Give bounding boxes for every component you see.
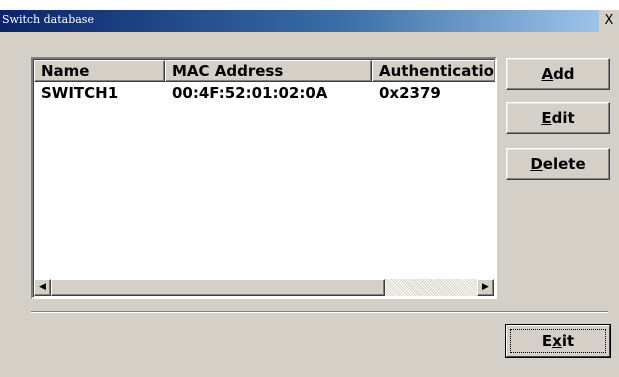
- cell-authentication: 0x2379: [379, 84, 441, 102]
- horizontal-scrollbar[interactable]: ◀ ▶: [34, 279, 494, 296]
- exit-label: Exit: [542, 332, 574, 350]
- column-header-mac-address[interactable]: MAC Address: [165, 60, 372, 82]
- add-label-rest: dd: [553, 65, 575, 83]
- delete-label-rest: elete: [542, 155, 586, 173]
- scrollbar-thumb[interactable]: [51, 279, 385, 296]
- delete-accelerator: D: [530, 155, 543, 173]
- exit-button[interactable]: Exit: [505, 324, 611, 358]
- cell-name: SWITCH1: [41, 84, 119, 102]
- column-header-authentication[interactable]: Authenticatio: [372, 60, 495, 82]
- exit-accelerator: x: [552, 332, 562, 350]
- top-margin: [0, 0, 619, 10]
- cell-mac-address: 00:4F:52:01:02:0A: [172, 84, 328, 102]
- scroll-right-icon[interactable]: ▶: [477, 279, 494, 296]
- scroll-left-icon[interactable]: ◀: [34, 279, 51, 296]
- delete-button[interactable]: Delete: [506, 148, 610, 180]
- switch-list[interactable]: Name MAC Address Authenticatio SWITCH1 0…: [31, 57, 497, 299]
- title-bar[interactable]: Switch database X: [0, 10, 619, 32]
- column-header-name[interactable]: Name: [34, 60, 165, 82]
- add-button[interactable]: Add: [506, 58, 610, 90]
- edit-label-rest: dit: [551, 109, 575, 127]
- separator: [31, 311, 608, 313]
- list-item[interactable]: SWITCH1 00:4F:52:01:02:0A 0x2379: [34, 83, 495, 103]
- add-accelerator: A: [541, 65, 554, 83]
- window-title: Switch database: [2, 13, 94, 26]
- exit-label-rest: it: [561, 332, 575, 350]
- exit-label-pre: E: [541, 332, 553, 350]
- edit-button[interactable]: Edit: [506, 102, 610, 134]
- edit-accelerator: E: [541, 109, 552, 127]
- close-icon[interactable]: X: [599, 10, 619, 32]
- switch-database-dialog: Switch database X Name MAC Address Authe…: [0, 0, 619, 377]
- list-header: Name MAC Address Authenticatio: [34, 60, 495, 82]
